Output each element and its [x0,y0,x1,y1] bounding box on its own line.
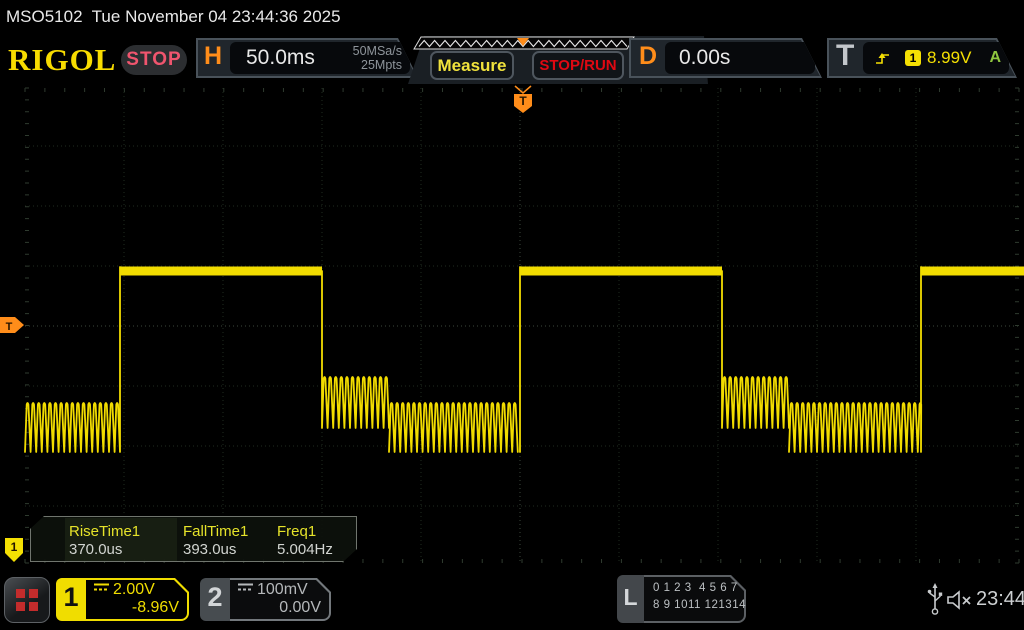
measurement-label: RiseTime1 [69,523,140,540]
measurement-results-box[interactable]: RiseTime1 FallTime1 Freq1 370.0us 393.0u… [30,516,357,562]
measurement-label: FallTime1 [183,523,248,540]
h-label: H [204,42,222,71]
stop-run-button[interactable]: STOP/RUN [532,51,624,80]
svg-text:T: T [519,94,527,108]
logic-label: L [617,575,644,623]
t-label: T [836,39,854,73]
trigger-position-marker[interactable]: T [514,86,532,113]
speaker-muted-icon[interactable] [946,589,974,611]
delay-slab[interactable]: D 0.00s [629,38,822,78]
ch1-position-marker[interactable]: 1 [5,538,23,562]
oscilloscope-screen: MSO5102 Tue November 04 23:44:36 2025 RI… [0,0,1024,630]
memory-depth: 25Mpts [353,58,402,72]
delay-value: 0.00s [679,46,730,70]
dc-coupling-icon [94,583,109,592]
dc-coupling-icon [238,583,253,592]
channel-1-scale: 2.00V [113,581,155,598]
sample-rate: 50MSa/s [353,44,402,58]
measurement-value: 5.004Hz [277,541,333,558]
channel-2-offset: 0.00V [279,599,321,617]
logic-channels-row1: 0 1 2 3 4 5 6 7 [653,582,738,594]
channel-1-offset: -8.96V [132,599,179,617]
measure-button[interactable]: Measure [430,51,514,80]
channel-1-number: 1 [56,578,86,621]
channel-1-block[interactable]: 1 2.00V -8.96V [56,578,189,621]
trigger-edge-icon [875,50,891,66]
menu-grid-icon [16,589,38,611]
channel-2-number: 2 [200,578,230,621]
trigger-settings-slab[interactable]: T 1 8.99V A [827,38,1017,78]
clock-time: 23:44 [976,588,1024,611]
measurement-value: 393.0us [183,541,236,558]
timebase-value: 50.0ms [246,46,315,70]
svg-text:1: 1 [11,540,18,554]
acquisition-status-badge: STOP [121,45,187,75]
trigger-source-badge: 1 [905,50,921,66]
main-menu-button[interactable] [4,577,50,623]
titlebar-text: MSO5102 Tue November 04 23:44:36 2025 [0,0,1024,33]
logic-channels-block[interactable]: L 0 1 2 3 4 5 6 7 8 9 1011 12131415 [617,575,746,623]
ch1-trace [25,267,921,452]
svg-text:T: T [6,321,13,333]
channel-2-scale: 100mV [257,581,308,598]
trigger-level-value: 8.99V [927,48,971,68]
rigol-logo: RIGOL [8,42,116,78]
waveform-display: T T 1 [0,84,1024,568]
usb-icon [927,583,943,617]
measurement-label: Freq1 [277,523,316,540]
memory-position-bar[interactable] [413,36,635,50]
trigger-sweep-mode: A [989,49,1001,67]
measurement-value: 370.0us [69,541,122,558]
horizontal-settings-slab[interactable]: H 50.0ms 50MSa/s 25Mpts [196,38,418,78]
channel-2-block[interactable]: 2 100mV 0.00V [200,578,331,621]
d-label: D [639,42,657,71]
logic-channels-row2: 8 9 1011 12131415 [653,599,760,611]
trigger-level-marker[interactable]: T [0,317,24,333]
